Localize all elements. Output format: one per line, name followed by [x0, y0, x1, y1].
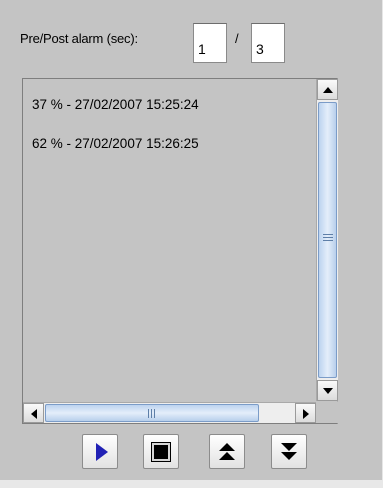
play-button[interactable]	[82, 434, 118, 469]
scroll-down-button[interactable]	[317, 380, 338, 401]
post-alarm-input[interactable]	[251, 23, 285, 63]
list-item[interactable]: 62 % - 27/02/2007 15:26:25	[32, 136, 199, 151]
arrow-right-icon	[303, 409, 309, 419]
grip-icon	[148, 409, 155, 418]
stop-icon	[151, 442, 171, 462]
scroll-to-top-button[interactable]	[209, 434, 245, 469]
scroll-left-button[interactable]	[23, 403, 44, 423]
scroll-right-button[interactable]	[295, 403, 316, 423]
double-chevron-up-icon	[219, 443, 235, 451]
vertical-scrollbar[interactable]	[316, 79, 338, 401]
grip-icon	[323, 234, 333, 241]
pre-post-alarm-label: Pre/Post alarm (sec):	[20, 31, 138, 46]
pre-post-separator: /	[235, 31, 239, 46]
double-chevron-down-icon	[281, 443, 297, 451]
event-list-content: 37 % - 27/02/2007 15:25:24 62 % - 27/02/…	[23, 79, 315, 401]
horizontal-scrollbar[interactable]	[23, 402, 316, 423]
event-list[interactable]: 37 % - 27/02/2007 15:25:24 62 % - 27/02/…	[22, 78, 338, 424]
arrow-down-icon	[323, 388, 333, 394]
scroll-up-button[interactable]	[317, 79, 338, 100]
play-icon	[96, 443, 108, 461]
scrollbar-corner	[316, 402, 338, 423]
pre-alarm-input[interactable]	[193, 23, 227, 63]
vertical-scroll-thumb[interactable]	[318, 102, 337, 378]
double-chevron-up-icon-lower	[219, 452, 235, 460]
arrow-up-icon	[323, 87, 333, 93]
horizontal-scroll-thumb[interactable]	[45, 404, 259, 422]
stop-button[interactable]	[143, 434, 179, 469]
arrow-left-icon	[31, 409, 37, 419]
double-chevron-down-icon-lower	[281, 452, 297, 460]
scroll-to-bottom-button[interactable]	[271, 434, 307, 469]
list-item[interactable]: 37 % - 27/02/2007 15:25:24	[32, 97, 199, 112]
alarm-panel: Pre/Post alarm (sec): / 37 % - 27/02/200…	[0, 0, 383, 488]
bottom-edge	[0, 480, 383, 488]
